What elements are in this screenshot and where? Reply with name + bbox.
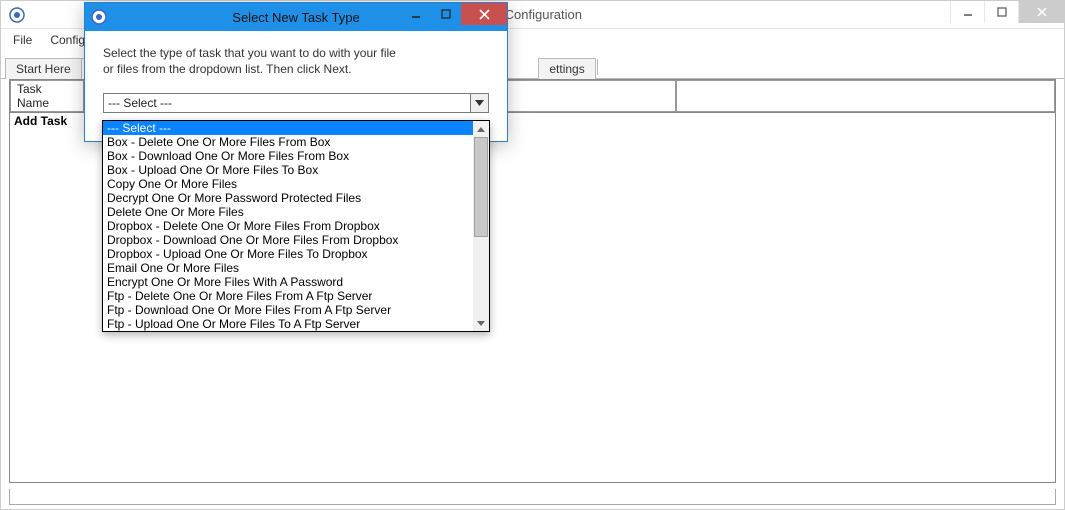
minimize-button[interactable] — [950, 1, 984, 23]
dropdown-option[interactable]: Copy One Or More Files — [103, 177, 473, 191]
task-type-dropdown-list[interactable]: --- Select ---Box - Delete One Or More F… — [102, 120, 490, 332]
dropdown-option[interactable]: Email One Or More Files — [103, 261, 473, 275]
dialog-minimize-button[interactable] — [401, 3, 431, 25]
dropdown-option[interactable]: Ftp - Delete One Or More Files From A Ft… — [103, 289, 473, 303]
dialog-window-controls — [401, 3, 507, 25]
close-button[interactable] — [1018, 1, 1064, 23]
main-window-controls — [950, 1, 1064, 23]
dropdown-option[interactable]: Box - Delete One Or More Files From Box — [103, 135, 473, 149]
dropdown-option[interactable]: --- Select --- — [103, 121, 473, 135]
dialog-app-icon — [91, 9, 107, 25]
scroll-up-icon[interactable] — [473, 121, 489, 137]
dialog-titlebar[interactable]: Select New Task Type — [85, 3, 507, 31]
dialog-instruction-line2: or files from the dropdown list. Then cl… — [103, 62, 352, 76]
scroll-thumb[interactable] — [474, 137, 488, 237]
dialog-close-button[interactable] — [461, 3, 507, 25]
dropdown-options: --- Select ---Box - Delete One Or More F… — [103, 121, 473, 331]
tab-settings[interactable]: ettings — [538, 58, 595, 79]
column-task-name[interactable]: Task Name — [10, 80, 84, 112]
dropdown-option[interactable]: Dropbox - Upload One Or More Files To Dr… — [103, 247, 473, 261]
dialog-maximize-button[interactable] — [431, 3, 461, 25]
dropdown-option[interactable]: Decrypt One Or More Password Protected F… — [103, 191, 473, 205]
scroll-down-icon[interactable] — [473, 315, 489, 331]
dropdown-option[interactable]: Ftp - Download One Or More Files From A … — [103, 303, 473, 317]
tab-divider — [597, 59, 598, 75]
dropdown-option[interactable]: Box - Upload One Or More Files To Box — [103, 163, 473, 177]
dropdown-option[interactable]: Ftp - Upload One Or More Files To A Ftp … — [103, 317, 473, 331]
menu-file[interactable]: File — [5, 31, 40, 49]
tab-start-here[interactable]: Start Here — [5, 58, 82, 79]
dropdown-option[interactable]: Box - Download One Or More Files From Bo… — [103, 149, 473, 163]
dropdown-option[interactable]: Delete One Or More Files — [103, 205, 473, 219]
dialog-instruction: Select the type of task that you want to… — [103, 45, 489, 77]
dropdown-option[interactable]: Dropbox - Download One Or More Files Fro… — [103, 233, 473, 247]
column-3[interactable] — [676, 80, 1055, 112]
maximize-button[interactable] — [984, 1, 1018, 23]
scroll-track[interactable] — [473, 137, 489, 315]
task-type-dropdown-text: --- Select --- — [104, 96, 470, 110]
task-type-dropdown[interactable]: --- Select --- — [103, 93, 489, 113]
app-icon — [9, 7, 25, 23]
status-bar — [9, 489, 1056, 505]
dropdown-option[interactable]: Encrypt One Or More Files With A Passwor… — [103, 275, 473, 289]
dropdown-option[interactable]: Dropbox - Delete One Or More Files From … — [103, 219, 473, 233]
chevron-down-icon[interactable] — [470, 94, 488, 112]
dropdown-scrollbar[interactable] — [473, 121, 489, 331]
dialog-instruction-line1: Select the type of task that you want to… — [103, 46, 396, 60]
